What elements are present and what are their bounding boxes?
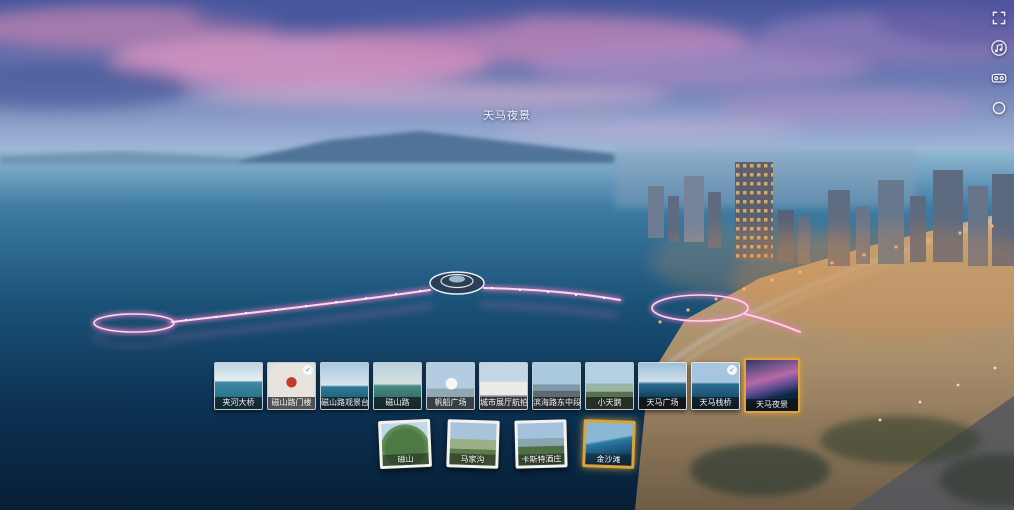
thumbnail-item[interactable]: 城市展厅航拍: [479, 362, 528, 410]
thumbnail-label: 磁山路: [374, 397, 421, 409]
vr-button[interactable]: [988, 68, 1010, 90]
area-item-selected[interactable]: 金沙滩: [582, 419, 636, 469]
thumbnail-item[interactable]: ✓ 天马栈桥: [691, 362, 740, 410]
thumbnail-label: 磁山路观景台: [321, 397, 368, 409]
thumbnail-label: 滨海路东中段: [533, 397, 580, 409]
area-label: 马家沟: [449, 453, 495, 465]
circle-icon: [991, 100, 1007, 119]
vr-goggles-icon: [990, 69, 1008, 90]
thumbnail-label: 天马栈桥: [692, 397, 739, 409]
thumbnail-item[interactable]: 磁山路: [373, 362, 422, 410]
thumbnail-label: 天马广场: [639, 397, 686, 409]
area-label: 金沙滩: [585, 453, 631, 466]
thumbnail-item[interactable]: 天马广场: [638, 362, 687, 410]
thumbnail-label: 磁山路门楼: [268, 397, 315, 409]
scene-thumbnail-strip: 夹河大桥 ✓ 磁山路门楼 磁山路观景台 磁山路 帆船广场 城市展厅航拍 滨海路东…: [214, 358, 800, 413]
thumbnail-label: 小天鹅: [586, 397, 633, 409]
music-button[interactable]: [988, 38, 1010, 60]
panorama-viewer: 天马夜景: [0, 0, 1014, 510]
thumbnail-label: 城市展厅航拍: [480, 397, 527, 409]
thumbnail-item[interactable]: 小天鹅: [585, 362, 634, 410]
thumbnail-label: 夹河大桥: [215, 397, 262, 409]
thumbnail-item[interactable]: 帆船广场: [426, 362, 475, 410]
scene-title: 天马夜景: [483, 107, 531, 123]
area-label: 磁山: [382, 453, 428, 466]
area-item[interactable]: 卡斯特酒庄: [514, 419, 567, 468]
check-badge-icon: ✓: [727, 365, 737, 375]
area-thumbnail-strip: 磁山 马家沟 卡斯特酒庄 金沙滩: [379, 420, 635, 468]
side-toolbar: [988, 8, 1010, 120]
thumbnail-item[interactable]: 夹河大桥: [214, 362, 263, 410]
area-item[interactable]: 马家沟: [446, 419, 499, 469]
thumbnail-item[interactable]: 滨海路东中段: [532, 362, 581, 410]
music-icon: [990, 39, 1008, 60]
thumbnail-item-selected[interactable]: 天马夜景: [744, 358, 800, 413]
fullscreen-icon: [991, 10, 1007, 29]
fullscreen-button[interactable]: [988, 8, 1010, 30]
area-item[interactable]: 磁山: [378, 419, 432, 469]
check-badge-icon: ✓: [303, 365, 313, 375]
thumbnail-label: 帆船广场: [427, 397, 474, 409]
thumbnail-item[interactable]: ✓ 磁山路门楼: [267, 362, 316, 410]
thumbnail-label: 天马夜景: [746, 399, 798, 411]
gyroscope-button[interactable]: [988, 98, 1010, 120]
area-label: 卡斯特酒庄: [518, 453, 564, 465]
thumbnail-item[interactable]: 磁山路观景台: [320, 362, 369, 410]
